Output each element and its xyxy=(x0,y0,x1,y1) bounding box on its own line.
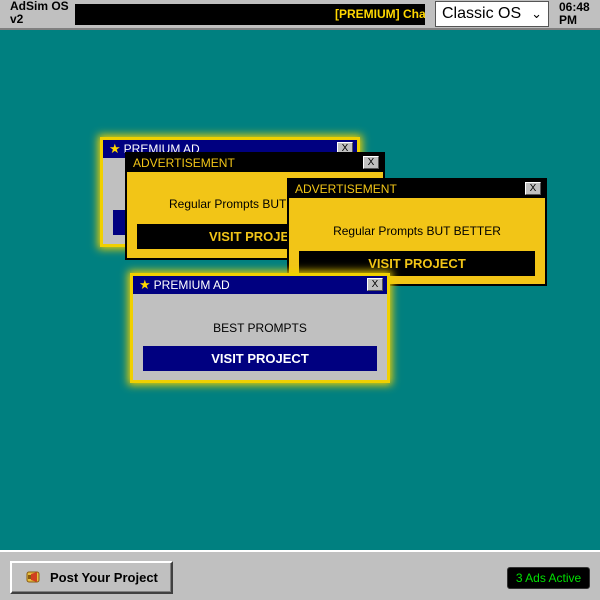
chevron-down-icon: ⌄ xyxy=(531,6,542,21)
close-button[interactable]: X xyxy=(363,156,379,169)
ad-message: BEST PROMPTS xyxy=(213,321,307,335)
star-icon: ★ xyxy=(109,141,121,156)
advertisement-window[interactable]: ADVERTISEMENT X Regular Prompts BUT BETT… xyxy=(287,178,547,286)
taskbar: Post Your Project 3 Ads Active xyxy=(0,550,600,600)
theme-select[interactable]: Classic OS ⌄ xyxy=(435,1,549,27)
ticker-text: [PREMIUM] Chap xyxy=(335,7,425,21)
close-button[interactable]: X xyxy=(525,182,541,195)
ad-ticker[interactable]: [PREMIUM] Chap xyxy=(75,4,425,25)
window-title: ADVERTISEMENT xyxy=(295,182,397,196)
megaphone-icon xyxy=(26,563,44,592)
post-your-project-button[interactable]: Post Your Project xyxy=(10,561,173,594)
window-titlebar[interactable]: ADVERTISEMENT X xyxy=(289,180,545,198)
post-button-label: Post Your Project xyxy=(50,570,158,585)
window-titlebar[interactable]: ADVERTISEMENT X xyxy=(127,154,383,172)
ads-active-badge: 3 Ads Active xyxy=(507,567,590,589)
visit-project-button[interactable]: VISIT PROJECT xyxy=(143,346,377,371)
ad-message: Regular Prompts BUT BETTER xyxy=(333,224,501,238)
window-titlebar[interactable]: ★ PREMIUM AD X xyxy=(133,276,387,294)
window-title: PREMIUM AD xyxy=(153,278,230,292)
close-button[interactable]: X xyxy=(367,278,383,291)
clock: 06:48 PM xyxy=(559,0,590,27)
window-title: ADVERTISEMENT xyxy=(133,156,235,170)
top-bar: AdSim OS v2 [PREMIUM] Chap Classic OS ⌄ … xyxy=(0,0,600,30)
app-title: AdSim OS v2 xyxy=(10,0,69,26)
theme-select-value: Classic OS xyxy=(442,5,522,22)
premium-ad-window[interactable]: ★ PREMIUM AD X BEST PROMPTS VISIT PROJECT xyxy=(130,273,390,383)
star-icon: ★ xyxy=(139,277,151,292)
